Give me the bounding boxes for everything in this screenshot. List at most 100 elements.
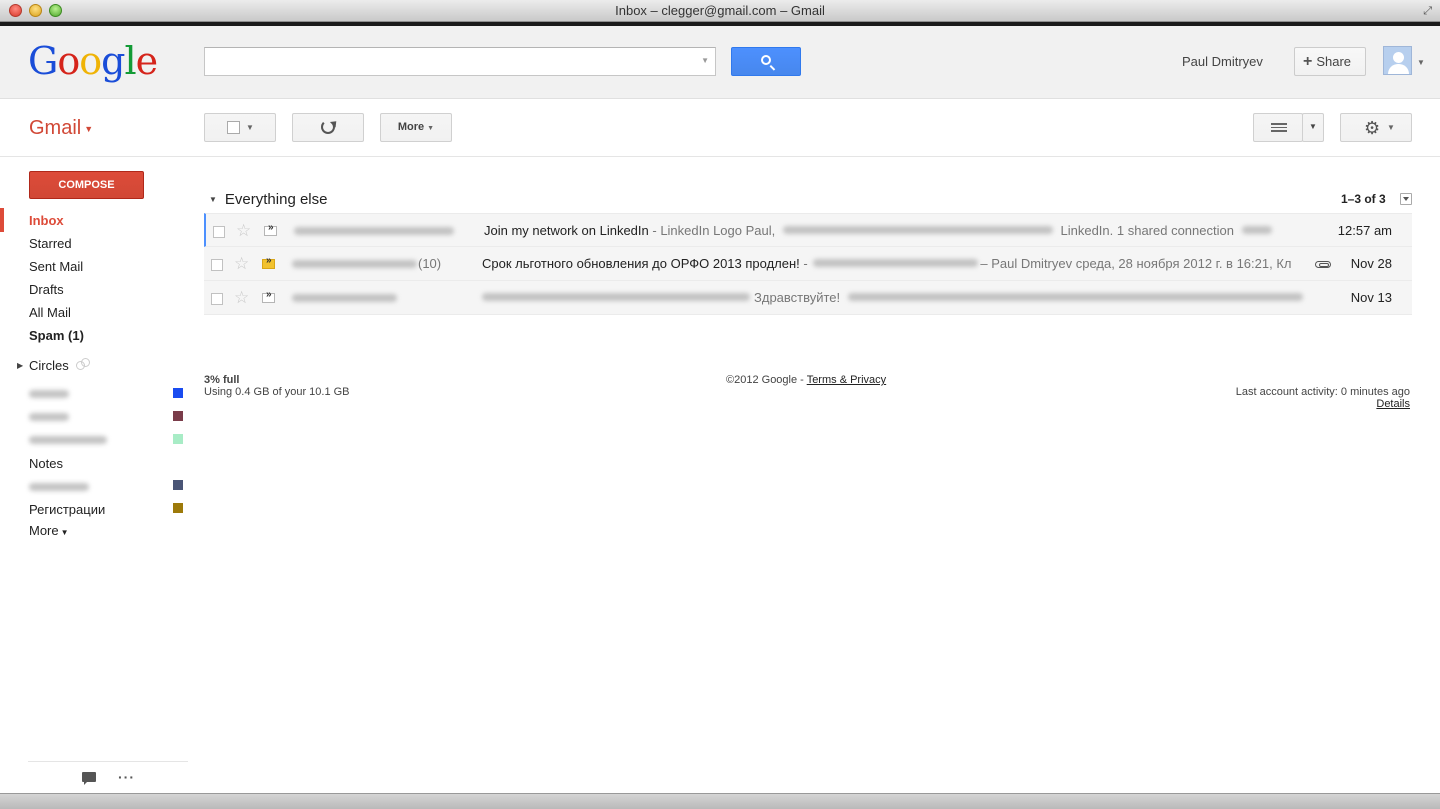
sidebar-item-circles[interactable]: Circles: [29, 357, 69, 375]
select-all-button[interactable]: ▼: [204, 113, 276, 142]
settings-button[interactable]: ⚙ ▼: [1340, 113, 1412, 142]
label-color-swatch[interactable]: [173, 411, 183, 421]
reading-pane-dropdown-button[interactable]: ▼: [1302, 113, 1324, 142]
refresh-button[interactable]: [292, 113, 364, 142]
section-header[interactable]: ▼ Everything else: [209, 191, 327, 208]
sidebar-divider: [28, 761, 188, 762]
message-snippet: Здравствуйте!: [754, 290, 841, 305]
redacted-label[interactable]: [29, 483, 89, 491]
search-input[interactable]: [205, 48, 695, 75]
star-icon[interactable]: ☆: [234, 255, 249, 272]
user-name[interactable]: Paul Dmitryev: [1182, 54, 1263, 69]
avatar-head-icon: [1393, 52, 1404, 63]
circles-icon: [76, 358, 90, 372]
section-options-dropdown[interactable]: [1400, 193, 1412, 205]
copyright: ©2012 Google - Terms & Privacy: [726, 374, 886, 386]
more-options-icon[interactable]: ···: [118, 769, 135, 785]
account-menu-caret-icon[interactable]: ▼: [1417, 58, 1425, 67]
redacted-sender: [292, 260, 417, 268]
copyright-text: ©2012 Google -: [726, 374, 807, 386]
message-snippet: – Paul Dmitryev среда, 28 ноября 2012 г.…: [980, 256, 1292, 271]
search-button[interactable]: [731, 47, 801, 76]
message-subject: Join my network on LinkedIn: [484, 223, 649, 238]
sidebar-item-all-mail[interactable]: All Mail: [29, 304, 71, 322]
message-subject-line: Здравствуйте!: [482, 290, 1303, 305]
search-options-caret-icon[interactable]: ▼: [701, 56, 709, 65]
message-date: Nov 13: [1350, 290, 1392, 305]
collapse-section-icon: ▼: [209, 195, 217, 204]
plus-icon: +: [1303, 53, 1313, 70]
label-color-swatch[interactable]: [173, 434, 183, 444]
pagination-count: 1–3 of 3: [1341, 192, 1386, 206]
chevron-down-icon: ▼: [246, 123, 254, 132]
message-date: 12:57 am: [1337, 223, 1392, 238]
chevron-down-icon: ▼: [84, 123, 94, 134]
importance-marker-icon[interactable]: [262, 289, 275, 303]
message-snippet: - LinkedIn Logo Paul,: [648, 223, 776, 238]
chat-icon[interactable]: [82, 772, 96, 785]
window-zoom-button[interactable]: [49, 4, 62, 17]
redacted-sender: [292, 294, 397, 302]
star-icon[interactable]: ☆: [234, 289, 249, 306]
list-view-icon: [1271, 123, 1287, 132]
active-nav-indicator: [0, 208, 4, 232]
message-checkbox[interactable]: [213, 226, 225, 238]
terms-privacy-link[interactable]: Terms & Privacy: [807, 374, 886, 386]
window-minimize-button[interactable]: [29, 4, 42, 17]
search-icon: [761, 55, 771, 65]
compose-button[interactable]: COMPOSE: [29, 171, 144, 199]
redacted-snippet: [1241, 226, 1272, 234]
attachment-icon: [1315, 261, 1331, 268]
message-row[interactable]: ☆ Здравствуйте! Nov 13: [204, 281, 1412, 315]
message-date: Nov 28: [1350, 256, 1392, 271]
label-color-swatch[interactable]: [173, 480, 183, 490]
avatar[interactable]: [1383, 46, 1412, 75]
sidebar-more-labels[interactable]: More ▼: [29, 522, 69, 542]
fullscreen-icon[interactable]: ⤢: [1423, 4, 1432, 18]
label-color-swatch[interactable]: [173, 388, 183, 398]
chevron-down-icon: ▼: [1309, 122, 1317, 131]
importance-marker-icon[interactable]: [264, 222, 277, 236]
label-color-swatch[interactable]: [173, 503, 183, 513]
message-subject-line: Срок льготного обновления до ОРФО 2013 п…: [482, 256, 1291, 271]
chevron-down-icon: ▼: [427, 125, 435, 132]
gmail-app-switcher[interactable]: Gmail ▼: [29, 117, 93, 140]
more-actions-button[interactable]: More ▼: [380, 113, 452, 142]
sidebar-item-spam[interactable]: Spam (1): [29, 327, 84, 345]
sidebar-item-sent-mail[interactable]: Sent Mail: [29, 258, 83, 276]
sidebar-item-notes[interactable]: Notes: [29, 455, 63, 473]
sidebar-item-drafts[interactable]: Drafts: [29, 281, 64, 299]
expand-circles-icon[interactable]: ▶: [17, 361, 23, 370]
window-close-button[interactable]: [9, 4, 22, 17]
redacted-sender: [294, 227, 454, 235]
redacted-label[interactable]: [29, 390, 69, 398]
message-row[interactable]: ☆ Join my network on LinkedIn - LinkedIn…: [204, 213, 1412, 247]
more-actions-label: More: [397, 121, 425, 133]
redacted-label[interactable]: [29, 436, 107, 444]
reading-pane-toggle-button[interactable]: [1253, 113, 1303, 142]
gmail-toolbar: Gmail ▼ ▼ More ▼ ▼ ⚙ ▼: [0, 99, 1440, 157]
activity-details-link[interactable]: Details: [1376, 398, 1410, 410]
search-box: ▼: [204, 47, 716, 76]
redacted-label[interactable]: [29, 413, 69, 421]
share-button[interactable]: + Share: [1294, 47, 1366, 76]
google-header: Google ▼ Paul Dmitryev + Share ▼: [0, 26, 1440, 99]
message-row[interactable]: ☆ (10) Срок льготного обновления до ОРФО…: [204, 247, 1412, 281]
star-icon[interactable]: ☆: [236, 222, 251, 239]
message-checkbox[interactable]: [211, 259, 223, 271]
sidebar-item-registrations[interactable]: Регистрации: [29, 501, 105, 519]
message-checkbox[interactable]: [211, 293, 223, 305]
message-subject: Срок льготного обновления до ОРФО 2013 п…: [482, 256, 800, 271]
importance-marker-icon[interactable]: [262, 255, 275, 269]
share-button-label: Share: [1316, 54, 1352, 69]
sidebar-item-starred[interactable]: Starred: [29, 235, 72, 253]
redacted-snippet: [847, 293, 1303, 301]
last-account-activity: Last account activity: 0 minutes ago: [1235, 386, 1410, 398]
storage-usage: Using 0.4 GB of your 10.1 GB: [204, 386, 350, 398]
thread-count: (10): [418, 256, 442, 271]
avatar-body-icon: [1388, 64, 1409, 74]
google-logo[interactable]: Google: [28, 39, 158, 83]
sidebar-item-inbox[interactable]: Inbox: [29, 212, 64, 230]
message-snippet: LinkedIn. 1 shared connection: [1060, 223, 1234, 238]
message-list: ☆ Join my network on LinkedIn - LinkedIn…: [204, 213, 1412, 315]
